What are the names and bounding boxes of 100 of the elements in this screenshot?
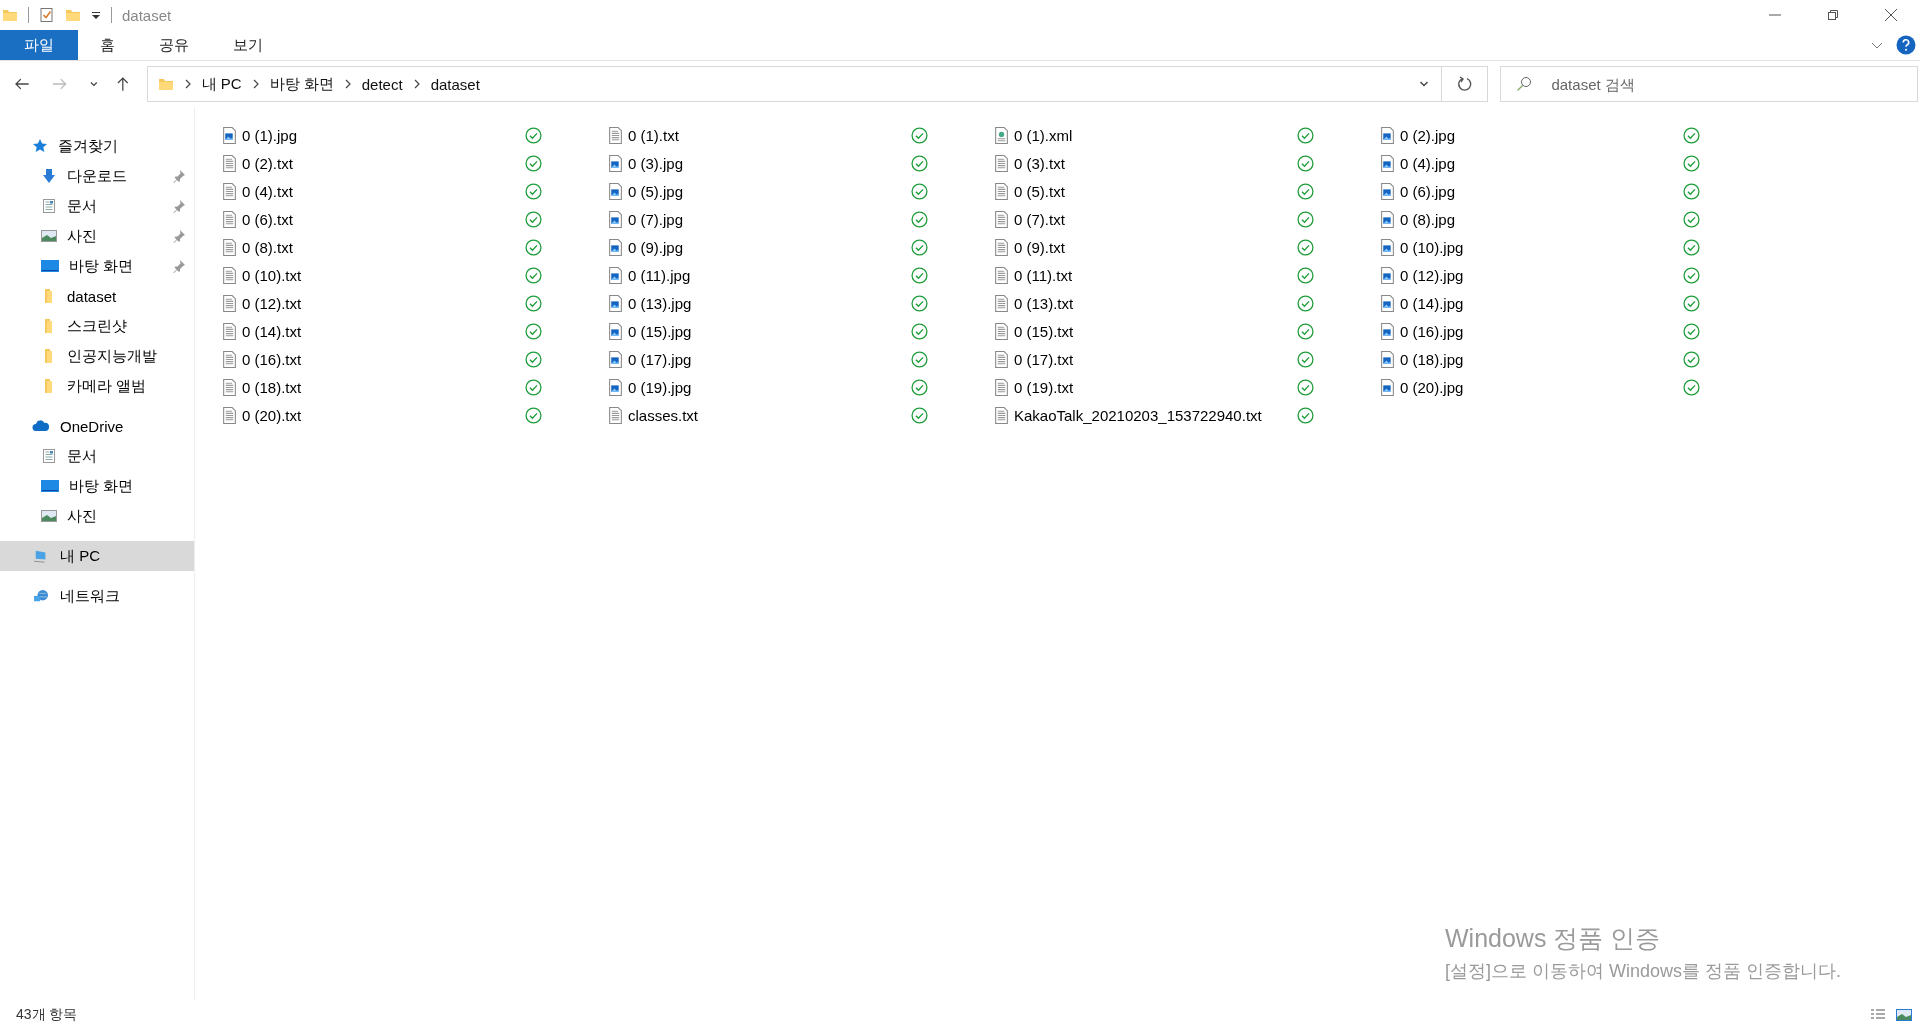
pin-icon[interactable] (172, 259, 186, 273)
search-field[interactable]: dataset 검색 (1500, 66, 1918, 102)
file-item[interactable]: 0 (8).jpg (1381, 210, 1456, 228)
file-item[interactable]: 0 (15).jpg (609, 322, 692, 340)
file-item[interactable]: 0 (2).jpg (1381, 126, 1456, 144)
file-item[interactable]: 0 (20).jpg (1381, 378, 1464, 396)
image-file-icon (1381, 378, 1394, 396)
file-item[interactable]: 0 (6).jpg (1381, 182, 1456, 200)
pin-icon[interactable] (172, 169, 186, 183)
properties-icon[interactable] (39, 7, 55, 23)
file-item[interactable]: 0 (17).jpg (609, 350, 692, 368)
chevron-right-icon[interactable] (412, 79, 421, 89)
file-item[interactable]: 0 (1).xml (995, 126, 1073, 144)
image-file-icon (609, 266, 622, 284)
sidebar-item[interactable]: 문서 (0, 191, 194, 221)
text-file-icon (995, 378, 1008, 396)
file-item[interactable]: 0 (5).txt (995, 182, 1065, 200)
file-item[interactable]: 0 (16).jpg (1381, 322, 1464, 340)
breadcrumb-item[interactable]: dataset (430, 75, 480, 93)
file-item[interactable]: 0 (17).txt (995, 350, 1074, 368)
file-item[interactable]: 0 (7).txt (995, 210, 1065, 228)
file-item[interactable]: 0 (19).txt (995, 378, 1074, 396)
dropdown-caret-icon[interactable] (1418, 79, 1429, 89)
ribbon-tab[interactable]: 보기 (211, 30, 285, 60)
sidebar-item[interactable]: 다운로드 (0, 161, 194, 191)
file-item[interactable]: 0 (10).jpg (1381, 238, 1464, 256)
file-item[interactable]: 0 (18).txt (223, 378, 302, 396)
file-item[interactable]: 0 (3).txt (995, 154, 1065, 172)
dropdown-caret-icon[interactable] (91, 10, 101, 20)
address-bar[interactable]: 내 PC 바탕 화면 detect dataset (146, 66, 1442, 102)
sidebar-item[interactable]: 네트워크 (0, 581, 194, 611)
picture-icon (41, 228, 57, 244)
file-item[interactable]: 0 (5).jpg (609, 182, 684, 200)
large-icons-view-icon[interactable] (1896, 1007, 1912, 1023)
pin-icon[interactable] (172, 199, 186, 213)
sidebar-item[interactable]: 즐겨찾기 (0, 131, 194, 161)
text-file-icon (995, 266, 1008, 284)
file-item[interactable]: 0 (14).txt (223, 322, 302, 340)
text-file-icon (995, 322, 1008, 340)
help-icon[interactable] (1896, 35, 1916, 55)
sidebar-item[interactable]: 스크린샷 (0, 311, 194, 341)
pin-icon[interactable] (172, 229, 186, 243)
chevron-right-icon[interactable] (343, 79, 352, 89)
file-item[interactable]: 0 (13).txt (995, 294, 1074, 312)
image-file-icon (609, 322, 622, 340)
file-item[interactable]: 0 (11).txt (995, 266, 1073, 284)
text-file-icon (223, 406, 236, 424)
text-file-icon (995, 406, 1008, 424)
sidebar-item[interactable]: 사진 (0, 221, 194, 251)
image-file-icon (1381, 126, 1394, 144)
back-arrow-icon[interactable] (14, 76, 30, 92)
file-item[interactable]: 0 (6).txt (223, 210, 293, 228)
file-item[interactable]: 0 (16).txt (223, 350, 302, 368)
sidebar-item[interactable]: 바탕 화면 (0, 471, 194, 501)
file-item[interactable]: 0 (4).txt (223, 182, 293, 200)
file-item[interactable]: 0 (9).jpg (609, 238, 684, 256)
sidebar-item[interactable]: 인공지능개발 (0, 341, 194, 371)
chevron-right-icon[interactable] (251, 79, 260, 89)
ribbon-tab[interactable]: 홈 (78, 30, 137, 60)
file-item[interactable]: 0 (10).txt (223, 266, 302, 284)
sidebar-item[interactable]: 바탕 화면 (0, 251, 194, 281)
file-item[interactable]: 0 (12).jpg (1381, 266, 1464, 284)
sidebar-item[interactable]: OneDrive (0, 411, 194, 441)
recent-caret-icon[interactable] (89, 79, 99, 89)
image-file-icon (609, 238, 622, 256)
sidebar-item[interactable]: dataset (0, 281, 194, 311)
ribbon-tab[interactable]: 파일 (0, 30, 78, 60)
file-item[interactable]: classes.txt (609, 406, 699, 424)
text-file-icon (223, 350, 236, 368)
file-item[interactable]: 0 (1).txt (609, 126, 679, 144)
chevron-right-icon[interactable] (183, 79, 192, 89)
file-item[interactable]: 0 (13).jpg (609, 294, 692, 312)
breadcrumb-item[interactable]: detect (361, 75, 403, 93)
image-file-icon (1381, 294, 1394, 312)
file-item[interactable]: 0 (7).jpg (609, 210, 684, 228)
file-item[interactable]: 0 (19).jpg (609, 378, 692, 396)
sidebar-item[interactable]: 사진 (0, 501, 194, 531)
file-item[interactable]: 0 (15).txt (995, 322, 1074, 340)
sidebar-item[interactable]: 내 PC (0, 541, 194, 571)
file-item[interactable]: 0 (20).txt (223, 406, 302, 424)
download-arrow-icon (41, 168, 57, 184)
file-item[interactable]: 0 (18).jpg (1381, 350, 1464, 368)
file-item[interactable]: 0 (12).txt (223, 294, 302, 312)
file-item[interactable]: 0 (2).txt (223, 154, 293, 172)
file-item[interactable]: 0 (14).jpg (1381, 294, 1464, 312)
file-item[interactable]: 0 (8).txt (223, 238, 293, 256)
file-item[interactable]: KakaoTalk_20210203_153722940.txt (995, 406, 1262, 424)
file-item[interactable]: 0 (1).jpg (223, 126, 298, 144)
file-item[interactable]: 0 (4).jpg (1381, 154, 1456, 172)
file-item[interactable]: 0 (11).jpg (609, 266, 691, 284)
image-file-icon (609, 350, 622, 368)
ribbon-tab[interactable]: 공유 (137, 30, 211, 60)
sidebar-item[interactable]: 카메라 앨범 (0, 371, 194, 401)
breadcrumb-item[interactable]: 바탕 화면 (269, 74, 334, 94)
file-item[interactable]: 0 (3).jpg (609, 154, 684, 172)
sidebar-item[interactable]: 문서 (0, 441, 194, 471)
file-item[interactable]: 0 (9).txt (995, 238, 1065, 256)
breadcrumb-item[interactable]: 내 PC (201, 74, 242, 94)
refresh-button[interactable] (1441, 66, 1489, 102)
image-file-icon (1381, 210, 1394, 228)
